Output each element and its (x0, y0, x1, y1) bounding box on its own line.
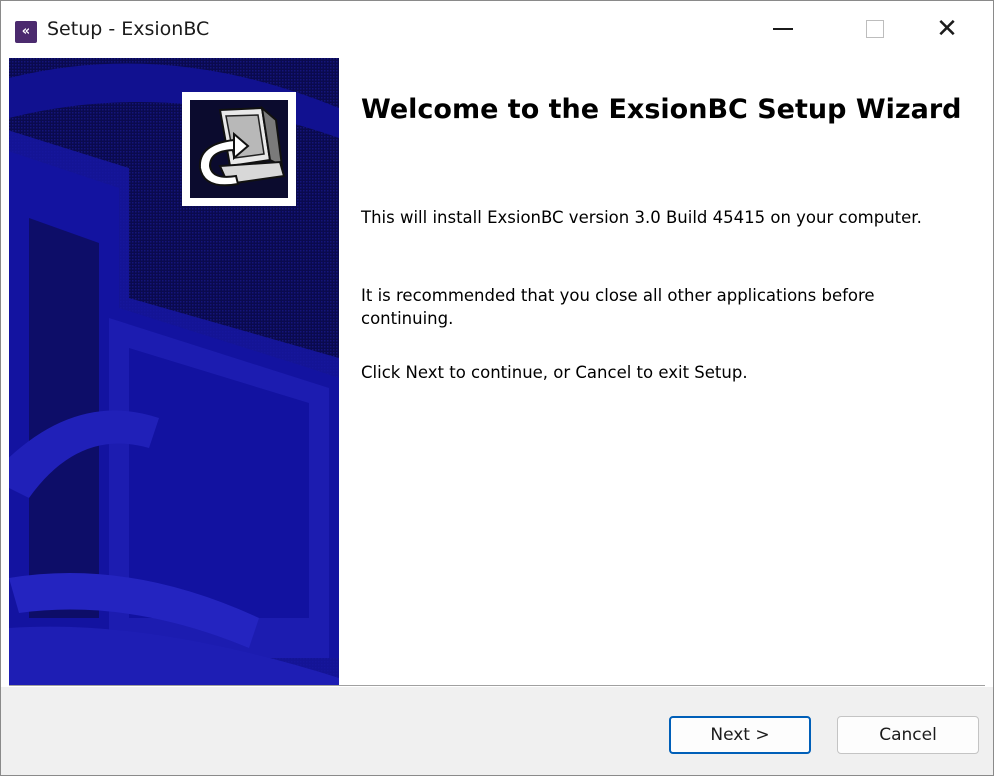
install-info-text: This will install ExsionBC version 3.0 B… (361, 208, 922, 227)
footer-divider (9, 685, 985, 686)
recommendation-text: It is recommended that you close all oth… (361, 286, 875, 328)
instruction-text: Click Next to continue, or Cancel to exi… (361, 363, 748, 382)
computer-install-icon (190, 100, 288, 198)
page-title: Welcome to the ExsionBC Setup Wizard (361, 94, 962, 125)
minimize-button[interactable] (737, 1, 829, 57)
close-button[interactable]: ✕ (901, 1, 993, 57)
wizard-banner-image (9, 58, 339, 685)
title-bar[interactable]: « Setup - ExsionBC ✕ (1, 1, 993, 57)
window-title: Setup - ExsionBC (47, 18, 210, 40)
welcome-content: Welcome to the ExsionBC Setup Wizard (361, 93, 971, 126)
cancel-button[interactable]: Cancel (837, 716, 979, 754)
logo-frame (182, 92, 296, 206)
close-icon: ✕ (936, 14, 958, 44)
minimize-icon (773, 28, 793, 30)
app-icon: « (15, 21, 37, 43)
next-button[interactable]: Next > (669, 716, 811, 754)
maximize-icon (866, 20, 884, 38)
button-bar: Next > Cancel (1, 687, 993, 775)
setup-window: « Setup - ExsionBC ✕ Welcome to the Exsi… (0, 0, 994, 776)
